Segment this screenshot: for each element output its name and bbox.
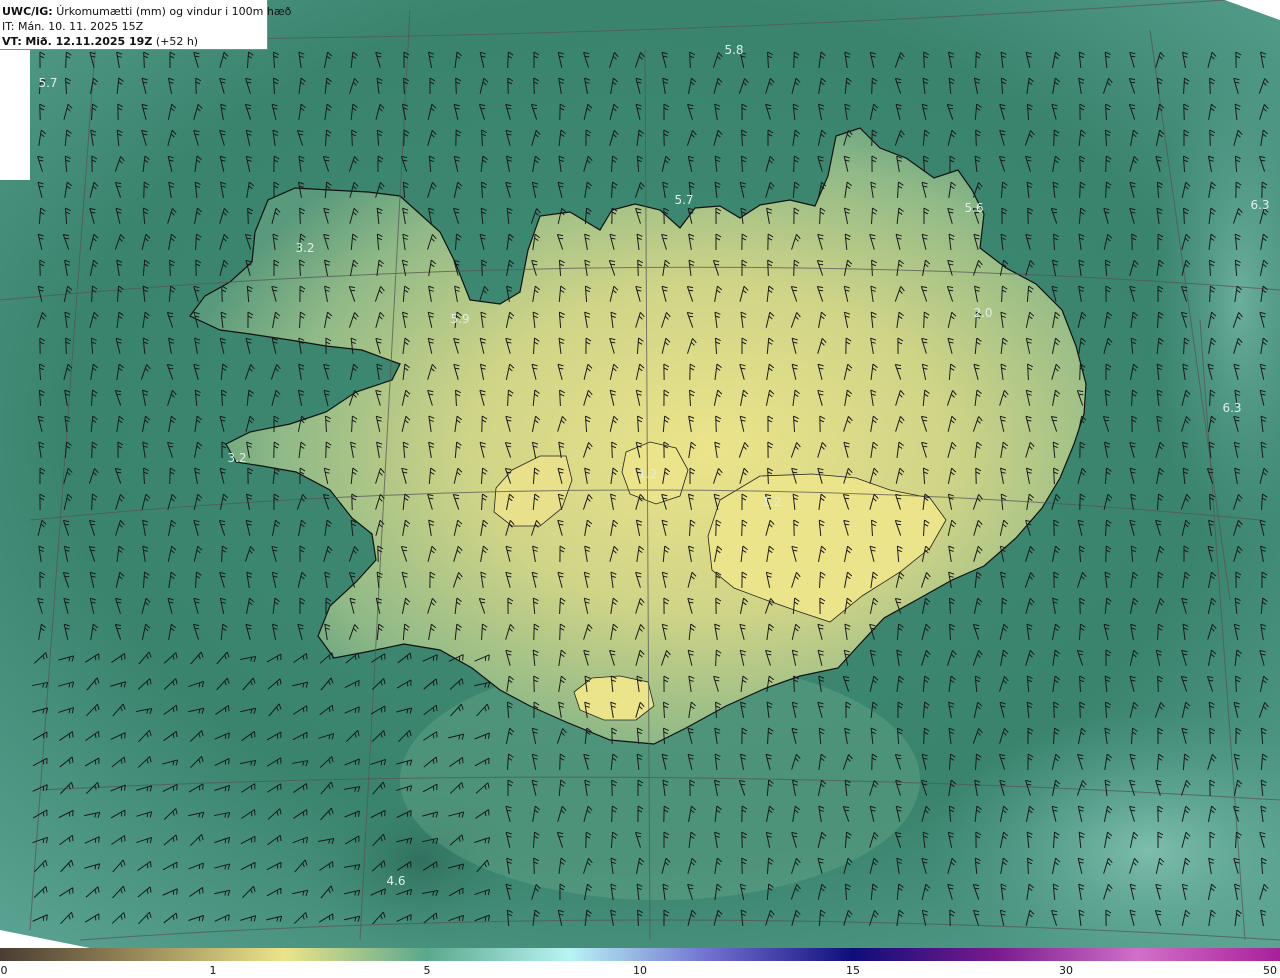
precip-value-label: 6.3: [1250, 198, 1270, 212]
colorbar-tick-label: 50: [1263, 964, 1277, 977]
colorbar-tick-label: 30: [1059, 964, 1073, 977]
title-row: UWC/IG: Úrkomumætti (mm) og vindur i 100…: [2, 4, 291, 19]
precip-value-label: 5.7: [38, 76, 58, 90]
precip-value-label: 4.6: [386, 874, 406, 888]
valid-time-row: VT: Mið. 12.11.2025 19Z (+52 h): [2, 34, 267, 49]
colorbar-tick-label: 5: [423, 964, 431, 977]
colorbar: 0 1 5 10 15 30 50: [0, 948, 1280, 978]
weather-map: 5.7 5.8 5.7 5.6 6.3 3.2 5.9 2.0 6.3 3.2 1.2 1.2 4.6: [0, 0, 1280, 978]
precip-value-label: 5.7: [674, 193, 694, 207]
valid-label: VT:: [2, 35, 22, 48]
colorbar-tick-label: 1: [209, 964, 217, 977]
precip-value-label: 6.3: [1222, 401, 1242, 415]
colorbar-tick-label: 0: [0, 964, 8, 977]
info-panel: UWC/IG: Úrkomumætti (mm) og vindur i 100…: [0, 0, 291, 50]
precip-value-label: 3.2: [227, 451, 247, 465]
map-title: Úrkomumætti (mm) og vindur i 100m hæð: [56, 5, 292, 18]
valid-time: Mið. 12.11.2025 19Z: [25, 35, 153, 48]
colorbar-tick-label: 15: [846, 964, 860, 977]
precip-value-label: 5.8: [724, 43, 744, 57]
init-time: IT: Mán. 10. 11. 2025 15Z: [2, 20, 144, 33]
colorbar-strip: [0, 948, 1280, 961]
precip-value-label: 1.2: [762, 495, 782, 509]
precip-value-label: 2.0: [973, 306, 993, 320]
colorbar-tick-label: 10: [633, 964, 647, 977]
product-code: UWC/IG:: [2, 5, 53, 18]
precip-value-label: 3.2: [295, 241, 315, 255]
precip-value-label: 1.2: [638, 467, 658, 481]
lead-time: (+52 h): [155, 35, 199, 48]
precip-value-label: 5.9: [450, 312, 470, 326]
precip-value-label: 5.6: [964, 201, 984, 215]
